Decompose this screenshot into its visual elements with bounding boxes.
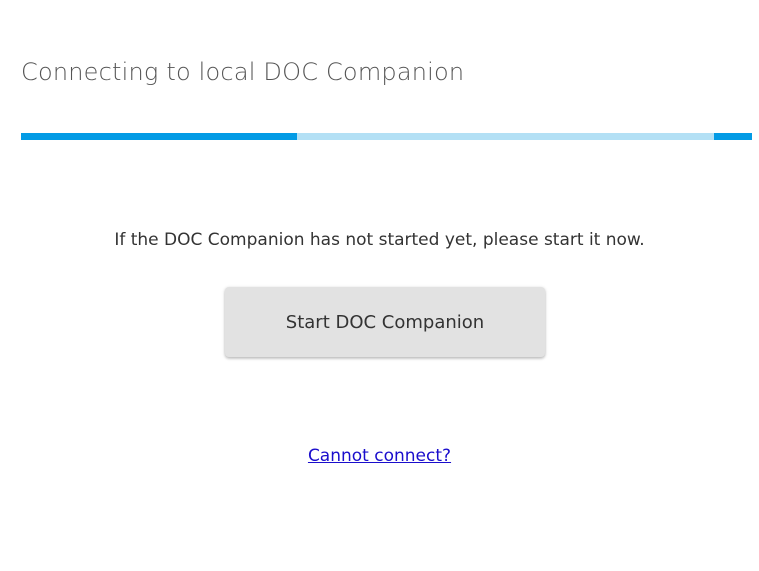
instruction-message: If the DOC Companion has not started yet… (114, 230, 645, 250)
progress-bar (21, 133, 752, 140)
progress-indicator-segment (21, 133, 297, 140)
dialog-title: Connecting to local DOC Companion (21, 58, 465, 86)
progress-indicator-segment (714, 133, 752, 140)
connect-dialog: Connecting to local DOC Companion If the… (0, 0, 759, 571)
start-companion-button[interactable]: Start DOC Companion (225, 287, 545, 357)
cannot-connect-link[interactable]: Cannot connect? (308, 446, 451, 466)
help-link-container: Cannot connect? (0, 446, 759, 466)
